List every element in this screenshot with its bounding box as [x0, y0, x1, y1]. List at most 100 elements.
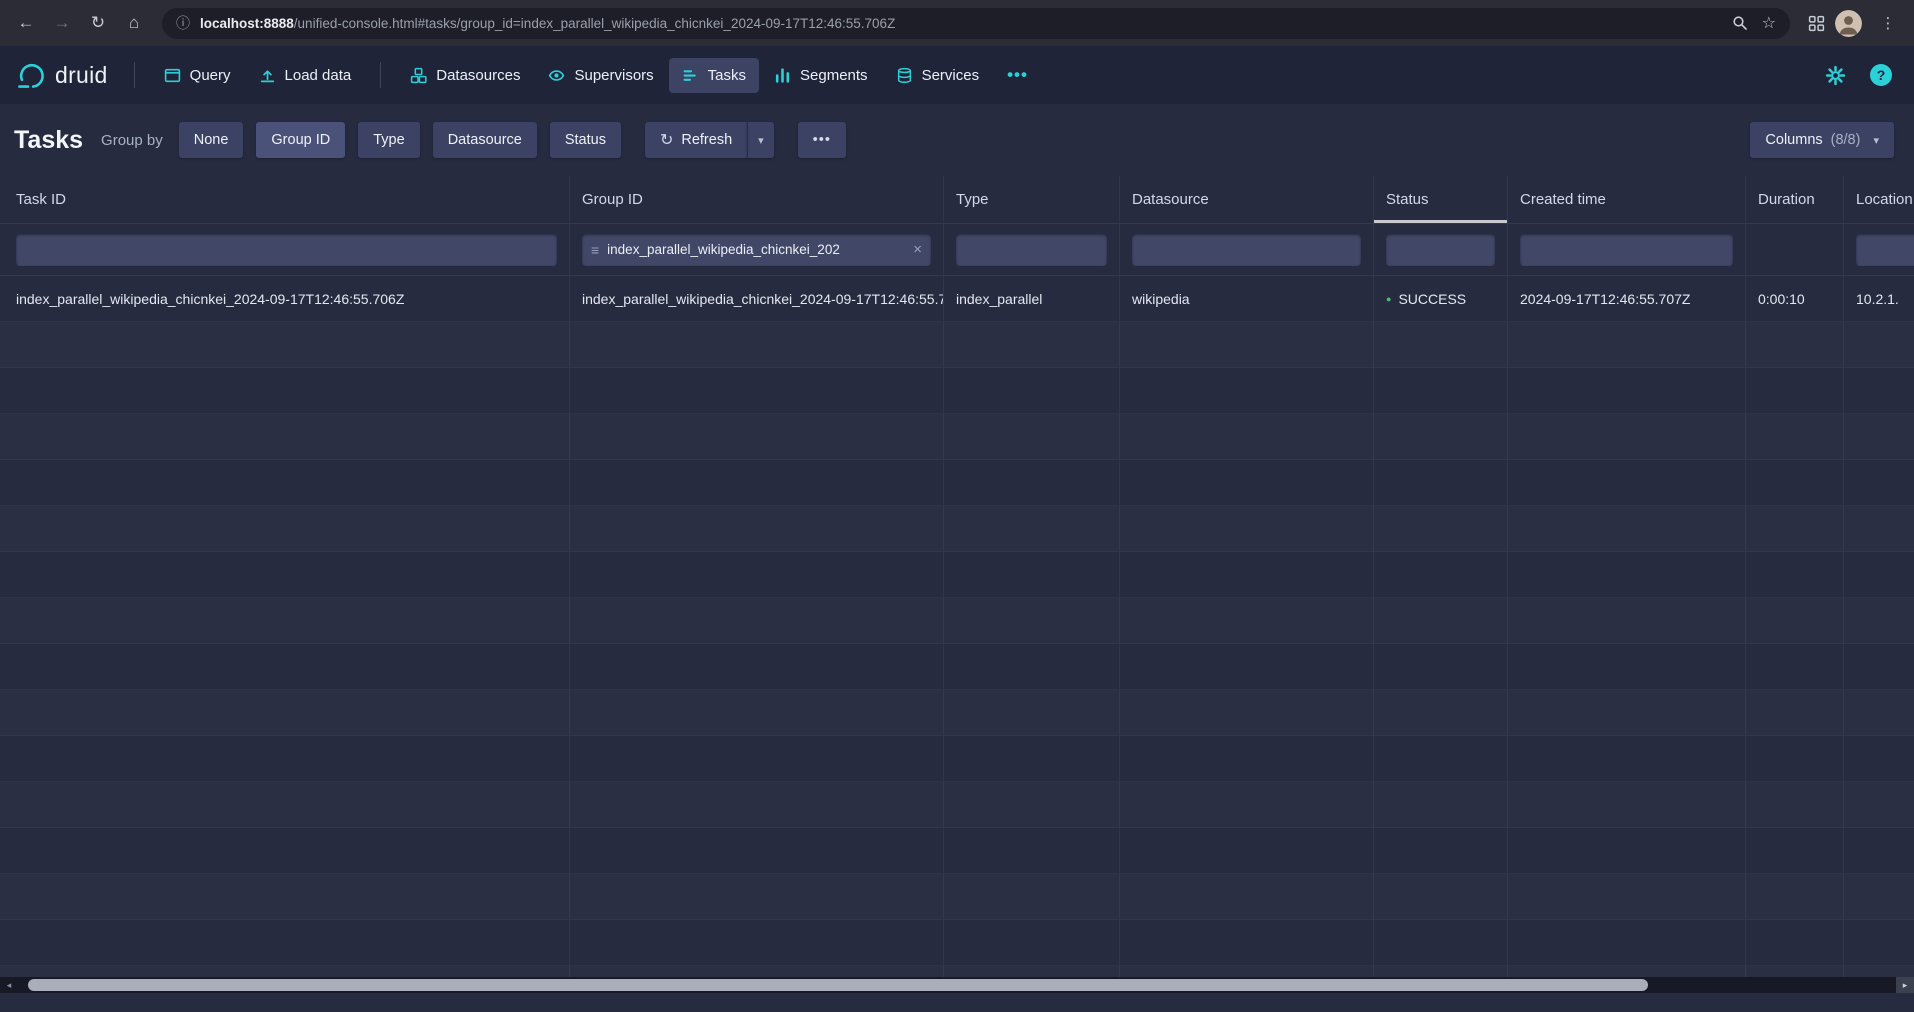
empty-cell — [1746, 966, 1844, 977]
col-header-status[interactable]: Status — [1374, 176, 1508, 223]
scroll-left-button[interactable]: ◂ — [0, 977, 18, 993]
columns-button[interactable]: Columns (8/8) ▾ — [1750, 122, 1894, 158]
bookmark-star-icon[interactable]: ☆ — [1762, 13, 1776, 33]
settings-gear-icon[interactable] — [1825, 65, 1846, 86]
empty-cell — [0, 322, 570, 367]
nav-item-tasks[interactable]: Tasks — [669, 58, 759, 93]
empty-table-row — [0, 368, 1914, 414]
profile-avatar[interactable] — [1835, 10, 1862, 37]
group-by-group-id-button[interactable]: Group ID — [256, 122, 345, 158]
empty-cell — [1844, 828, 1914, 873]
col-header-group-id[interactable]: Group ID — [570, 176, 944, 223]
col-header-duration[interactable]: Duration — [1746, 176, 1844, 223]
browser-toolbar: ← → ↻ ⌂ ⓘ localhost:8888/unified-console… — [0, 0, 1914, 46]
empty-cell — [944, 920, 1120, 965]
empty-cell — [1508, 598, 1746, 643]
reload-icon[interactable]: ↻ — [82, 7, 114, 39]
empty-cell — [1508, 736, 1746, 781]
clear-filter-icon[interactable]: × — [913, 241, 922, 258]
nav-more-button[interactable]: ••• — [994, 56, 1041, 94]
empty-cell — [1746, 690, 1844, 735]
empty-table-row — [0, 782, 1914, 828]
status-filter-input[interactable] — [1386, 234, 1495, 266]
nav-item-query[interactable]: Query — [151, 58, 244, 93]
group-by-none-button[interactable]: None — [179, 122, 244, 158]
col-header-datasource[interactable]: Datasource — [1120, 176, 1374, 223]
empty-cell — [1746, 644, 1844, 689]
nav-divider — [380, 62, 381, 88]
datasource-filter-input[interactable] — [1132, 234, 1361, 266]
group-by-status-button[interactable]: Status — [550, 122, 621, 158]
home-icon[interactable]: ⌂ — [118, 7, 150, 39]
empty-cell — [0, 460, 570, 505]
status-dot-icon: ● — [1386, 294, 1391, 304]
table-body: index_parallel_wikipedia_chicnkei_2024-0… — [0, 276, 1914, 977]
nav-item-datasources[interactable]: Datasources — [397, 58, 533, 93]
forward-icon[interactable]: → — [46, 7, 78, 39]
col-header-task-id[interactable]: Task ID — [0, 176, 570, 223]
col-header-location[interactable]: Location — [1844, 176, 1914, 223]
nav-item-label: Load data — [285, 67, 352, 84]
empty-cell — [0, 874, 570, 919]
empty-cell — [1844, 414, 1914, 459]
nav-item-services[interactable]: Services — [883, 58, 993, 93]
empty-cell — [1374, 598, 1508, 643]
empty-cell — [1508, 644, 1746, 689]
site-info-icon[interactable]: ⓘ — [176, 13, 190, 33]
empty-cell — [0, 644, 570, 689]
empty-cell — [1374, 874, 1508, 919]
filter-cell — [0, 224, 570, 275]
screen: ← → ↻ ⌂ ⓘ localhost:8888/unified-console… — [0, 0, 1914, 1012]
help-icon[interactable]: ? — [1870, 64, 1892, 86]
filter-cell — [1374, 224, 1508, 275]
col-header-type[interactable]: Type — [944, 176, 1120, 223]
empty-table-row — [0, 828, 1914, 874]
view-more-button[interactable]: ••• — [798, 122, 846, 158]
zoom-icon[interactable] — [1732, 15, 1748, 31]
empty-table-row — [0, 690, 1914, 736]
url-bar[interactable]: ⓘ localhost:8888/unified-console.html#ta… — [162, 8, 1790, 39]
nav-item-load-data[interactable]: Load data — [246, 58, 365, 93]
col-header-created-time[interactable]: Created time — [1508, 176, 1746, 223]
refresh-button[interactable]: ↻ Refresh — [645, 122, 747, 158]
empty-cell — [1746, 506, 1844, 551]
empty-cell — [944, 598, 1120, 643]
status-cell: ● SUCCESS — [1374, 276, 1508, 321]
nav-item-supervisors[interactable]: Supervisors — [535, 58, 666, 93]
empty-cell — [1844, 506, 1914, 551]
druid-logo[interactable]: druid — [16, 60, 108, 90]
group-by-datasource-button[interactable]: Datasource — [433, 122, 537, 158]
group-by-type-button[interactable]: Type — [358, 122, 419, 158]
empty-table-row — [0, 598, 1914, 644]
empty-cell — [1374, 920, 1508, 965]
empty-cell — [1374, 736, 1508, 781]
browser-menu-icon[interactable]: ⋮ — [1872, 7, 1904, 39]
scrollbar-track[interactable] — [18, 977, 1896, 993]
location-filter-input[interactable] — [1856, 234, 1914, 266]
task-row[interactable]: index_parallel_wikipedia_chicnkei_2024-0… — [0, 276, 1914, 322]
empty-cell — [1374, 414, 1508, 459]
extensions-icon[interactable] — [1808, 15, 1825, 32]
datasources-icon — [410, 67, 427, 84]
empty-cell — [1508, 828, 1746, 873]
empty-cell — [0, 828, 570, 873]
empty-table-row — [0, 414, 1914, 460]
database-icon — [896, 67, 913, 84]
task-id-cell[interactable]: index_parallel_wikipedia_chicnkei_2024-0… — [0, 276, 570, 321]
table-header-row: Task ID Group ID Type Datasource Status … — [0, 176, 1914, 224]
more-dots-icon: ••• — [813, 132, 831, 148]
scroll-right-button[interactable]: ▸ — [1896, 977, 1914, 993]
refresh-button-group: ↻ Refresh ▾ — [645, 122, 774, 158]
scrollbar-thumb[interactable] — [28, 979, 1648, 991]
back-icon[interactable]: ← — [10, 7, 42, 39]
empty-cell — [944, 644, 1120, 689]
group-id-filter[interactable]: ≡ index_parallel_wikipedia_chicnkei_202 … — [582, 234, 931, 266]
task-id-filter-input[interactable] — [16, 234, 557, 266]
created-time-filter-input[interactable] — [1520, 234, 1733, 266]
empty-table-row — [0, 920, 1914, 966]
empty-cell — [944, 322, 1120, 367]
type-filter-input[interactable] — [956, 234, 1107, 266]
nav-item-segments[interactable]: Segments — [761, 58, 881, 93]
refresh-dropdown-button[interactable]: ▾ — [747, 122, 774, 158]
horizontal-scrollbar[interactable]: ◂ ▸ — [0, 977, 1914, 993]
